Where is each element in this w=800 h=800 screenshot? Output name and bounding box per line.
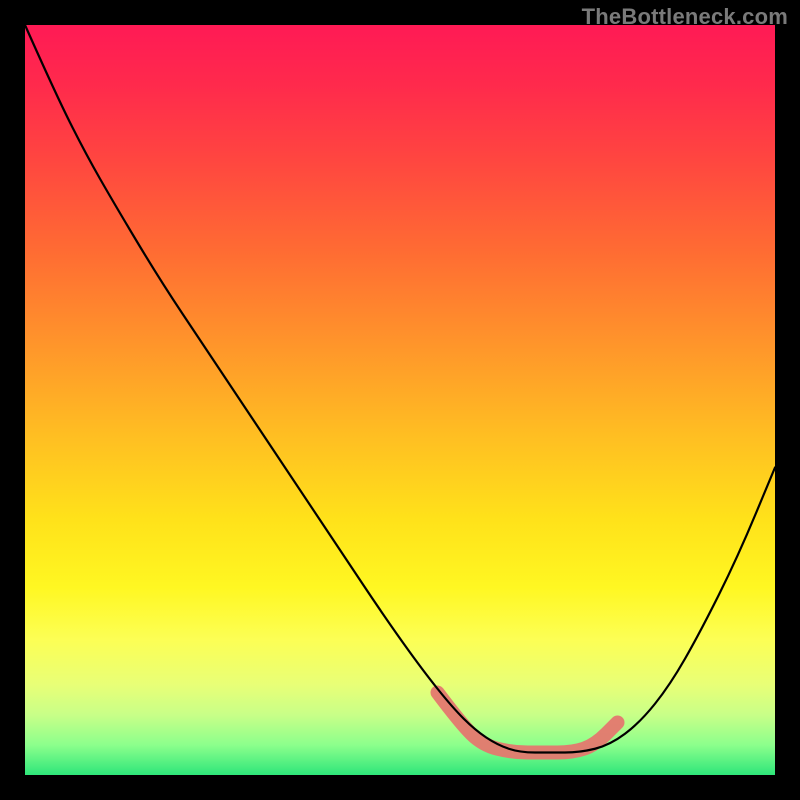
chart-svg: [25, 25, 775, 775]
chart-stage: TheBottleneck.com: [0, 0, 800, 800]
plot-area: [25, 25, 775, 775]
optimal-zone-highlight: [438, 693, 618, 753]
bottleneck-curve: [25, 25, 775, 753]
